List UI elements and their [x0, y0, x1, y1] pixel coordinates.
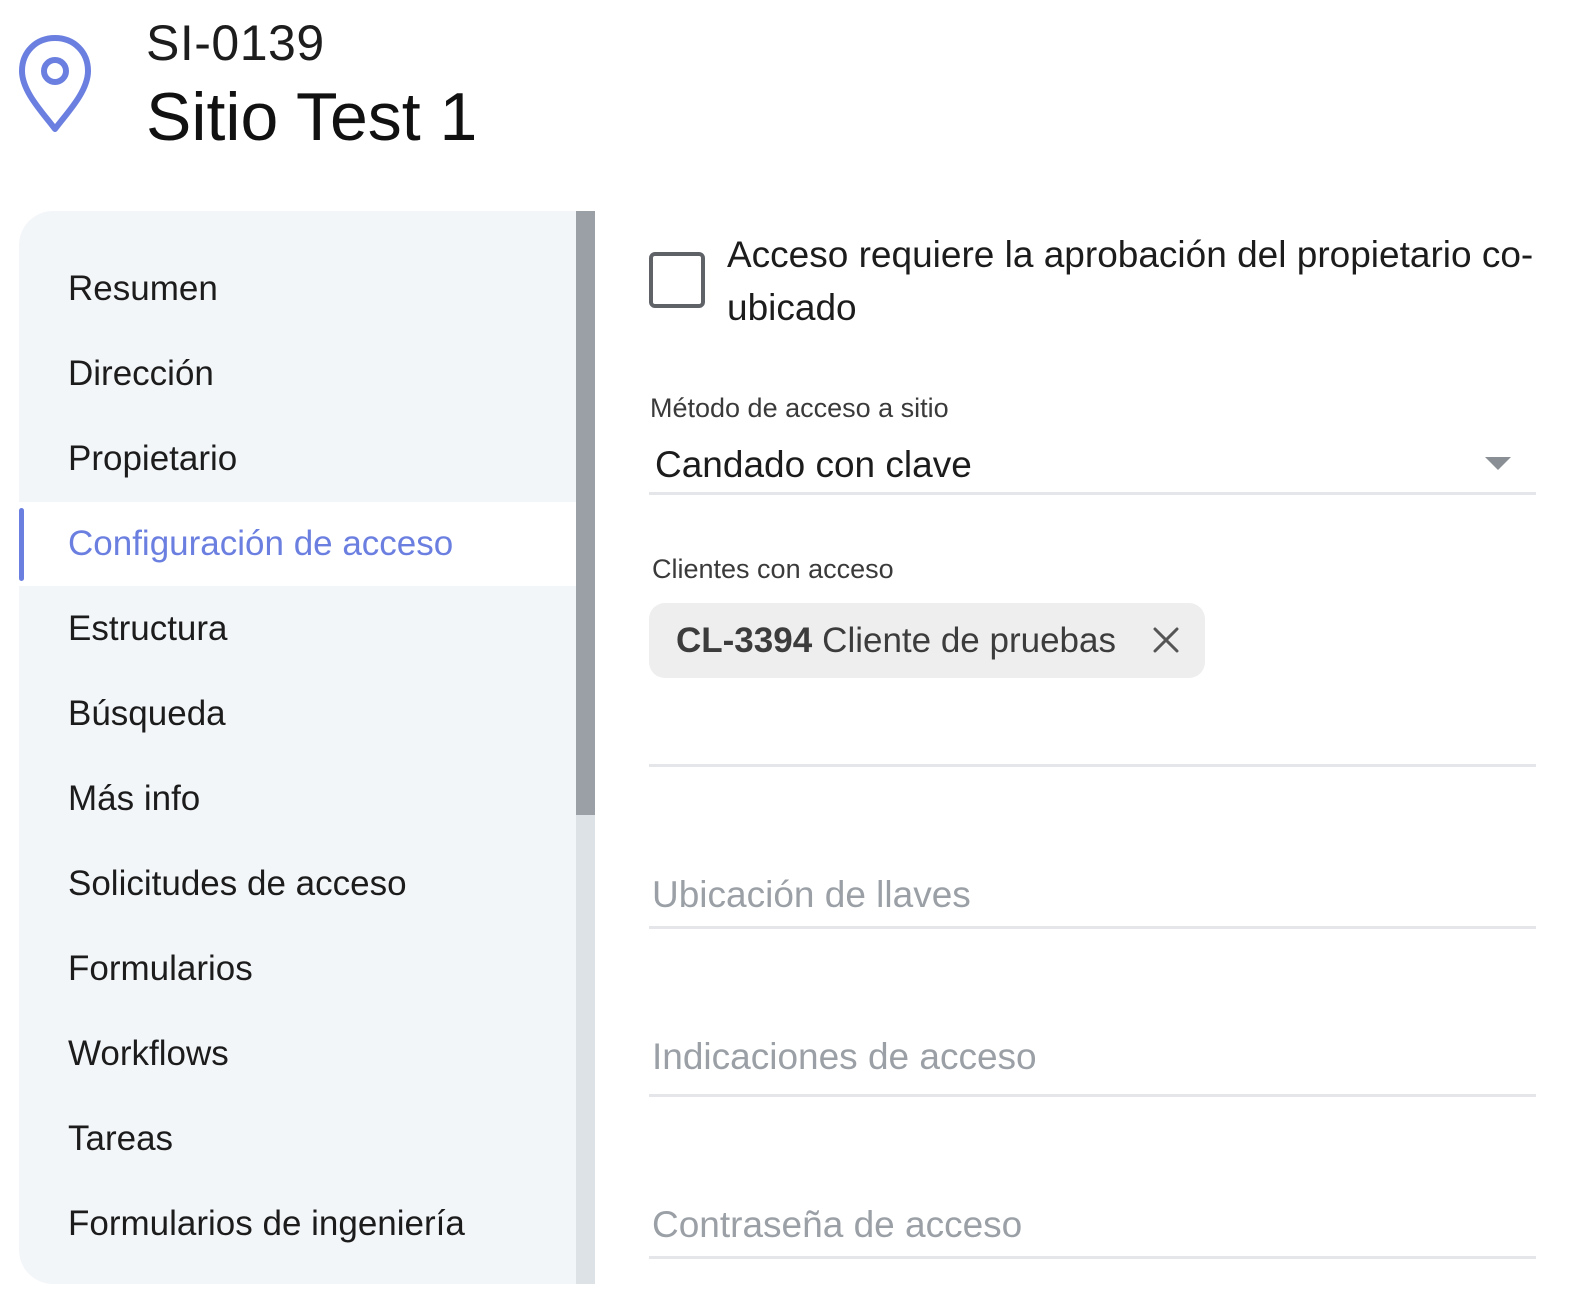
page-title: Sitio Test 1: [146, 79, 478, 155]
sidebar-item-mas-info[interactable]: Más info: [19, 757, 577, 841]
sidebar-item-workflows[interactable]: Workflows: [19, 1012, 577, 1096]
clients-label: Clientes con acceso: [652, 554, 894, 584]
access-password-underline: [649, 1256, 1536, 1259]
clients-input-underline[interactable]: [649, 764, 1536, 767]
client-chip-name: Cliente de pruebas: [822, 620, 1116, 660]
location-pin-icon: [19, 35, 91, 132]
sidebar-nav: Resumen Dirección Propietario Configurac…: [19, 211, 595, 1284]
access-password-field[interactable]: Contraseña de acceso: [652, 1204, 1022, 1246]
key-location-underline: [649, 926, 1536, 929]
page: SI-0139 Sitio Test 1 Resumen Dirección P…: [0, 0, 1569, 1312]
key-location-field[interactable]: Ubicación de llaves: [652, 874, 971, 916]
owner-approval-label[interactable]: Acceso requiere la aprobación del propie…: [727, 228, 1547, 334]
close-icon[interactable]: [1151, 625, 1181, 655]
access-directions-underline: [649, 1094, 1536, 1097]
owner-approval-checkbox[interactable]: [649, 252, 705, 308]
sidebar-item-formularios-de-ingenieria[interactable]: Formularios de ingeniería: [19, 1182, 577, 1266]
access-directions-field[interactable]: Indicaciones de acceso: [652, 1036, 1037, 1078]
access-method-underline: [649, 492, 1536, 495]
sidebar-item-estructura[interactable]: Estructura: [19, 587, 577, 671]
site-code: SI-0139: [146, 15, 325, 71]
sidebar-item-resumen[interactable]: Resumen: [19, 247, 577, 331]
sidebar-item-formularios[interactable]: Formularios: [19, 927, 577, 1011]
client-chip[interactable]: CL-3394 Cliente de pruebas: [649, 603, 1205, 678]
sidebar-scrollbar-thumb[interactable]: [576, 211, 595, 815]
access-method-select[interactable]: Candado con clave: [655, 444, 972, 486]
sidebar-item-solicitudes-de-acceso[interactable]: Solicitudes de acceso: [19, 842, 577, 926]
access-method-label: Método de acceso a sitio: [650, 393, 949, 423]
sidebar-item-configuracion-de-acceso[interactable]: Configuración de acceso: [19, 502, 577, 586]
sidebar-item-propietario[interactable]: Propietario: [19, 417, 577, 501]
sidebar-item-direccion[interactable]: Dirección: [19, 332, 577, 416]
sidebar-item-tareas[interactable]: Tareas: [19, 1097, 577, 1181]
client-chip-code: CL-3394: [676, 620, 813, 660]
sidebar-item-busqueda[interactable]: Búsqueda: [19, 672, 577, 756]
chevron-down-icon[interactable]: [1485, 457, 1511, 470]
